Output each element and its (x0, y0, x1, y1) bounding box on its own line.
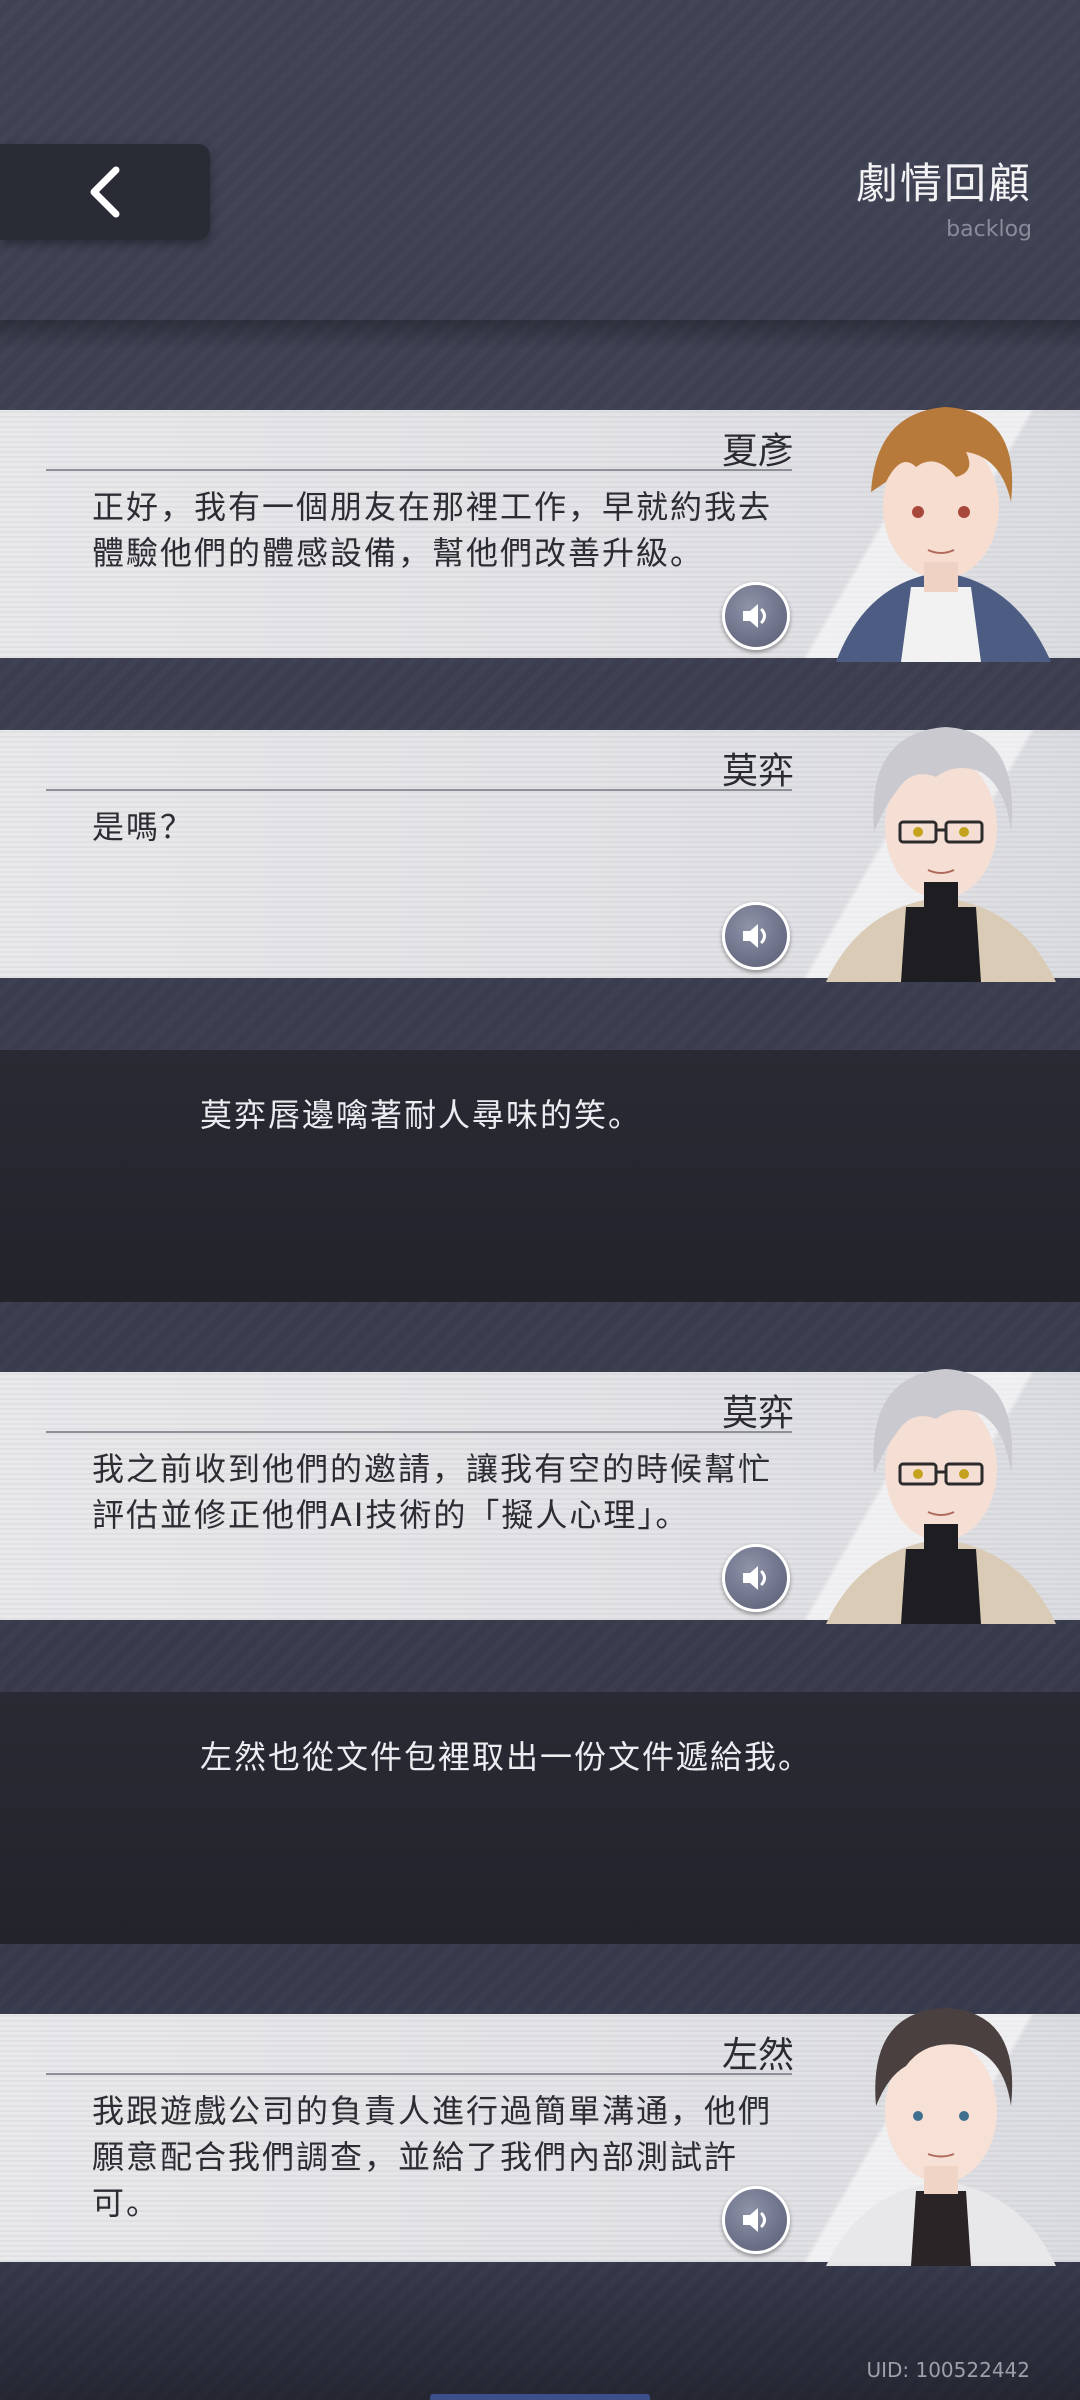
subtitle-text: backlog (946, 217, 1032, 242)
speaker-icon (743, 1566, 766, 1590)
narration-block: 左然也從文件包裡取出一份文件遞給我。 (0, 1692, 1080, 1944)
name-divider (46, 1431, 792, 1433)
back-button[interactable] (0, 144, 210, 240)
dialogue-text: 我跟遊戲公司的負責人進行過簡單溝通，他們願意配合我們調查，並給了我們內部測試許可… (92, 2092, 773, 2222)
narration-block: 莫弈唇邊噙著耐人尋味的笑。 (0, 1050, 1080, 1302)
chevron-left-icon (90, 166, 120, 218)
dialogue-text: 我之前收到他們的邀請，讓我有空的時候幫忙評估並修正他們AI技術的「擬人心理」。 (92, 1450, 773, 1534)
dialogue-text: 正好，我有一個朋友在那裡工作，早就約我去體驗他們的體感設備，幫他們改善升級。 (92, 488, 773, 572)
speaker-icon (743, 604, 766, 628)
voice-replay-button[interactable] (722, 2186, 790, 2254)
name-divider (46, 789, 792, 791)
character-portrait (826, 1369, 1056, 1624)
narration-text: 莫弈唇邊噙著耐人尋味的笑。 (200, 1096, 643, 1134)
speaker-icon (743, 924, 766, 948)
voice-replay-button[interactable] (722, 1544, 790, 1612)
speaker-icon (743, 2208, 766, 2232)
character-portrait (826, 2008, 1056, 2266)
uid-label: UID: 100522442 (866, 2358, 1030, 2382)
character-portrait (826, 727, 1056, 982)
name-divider (46, 2073, 792, 2075)
speaker-name: 莫弈 (721, 1393, 794, 1434)
speaker-name: 夏彥 (721, 431, 794, 472)
speaker-name: 莫弈 (721, 751, 794, 792)
title-text: 劇情回顧 (855, 159, 1032, 208)
speaker-name: 左然 (721, 2035, 794, 2076)
voice-replay-button[interactable] (722, 902, 790, 970)
narration-text: 左然也從文件包裡取出一份文件遞給我。 (200, 1738, 813, 1776)
page-title: 劇情回顧 backlog (856, 150, 1032, 242)
home-indicator (430, 2394, 650, 2400)
name-divider (46, 469, 792, 471)
voice-replay-button[interactable] (722, 582, 790, 650)
character-portrait (836, 407, 1051, 662)
header-divider (0, 320, 1080, 350)
dialogue-text: 是嗎？ (92, 808, 195, 846)
